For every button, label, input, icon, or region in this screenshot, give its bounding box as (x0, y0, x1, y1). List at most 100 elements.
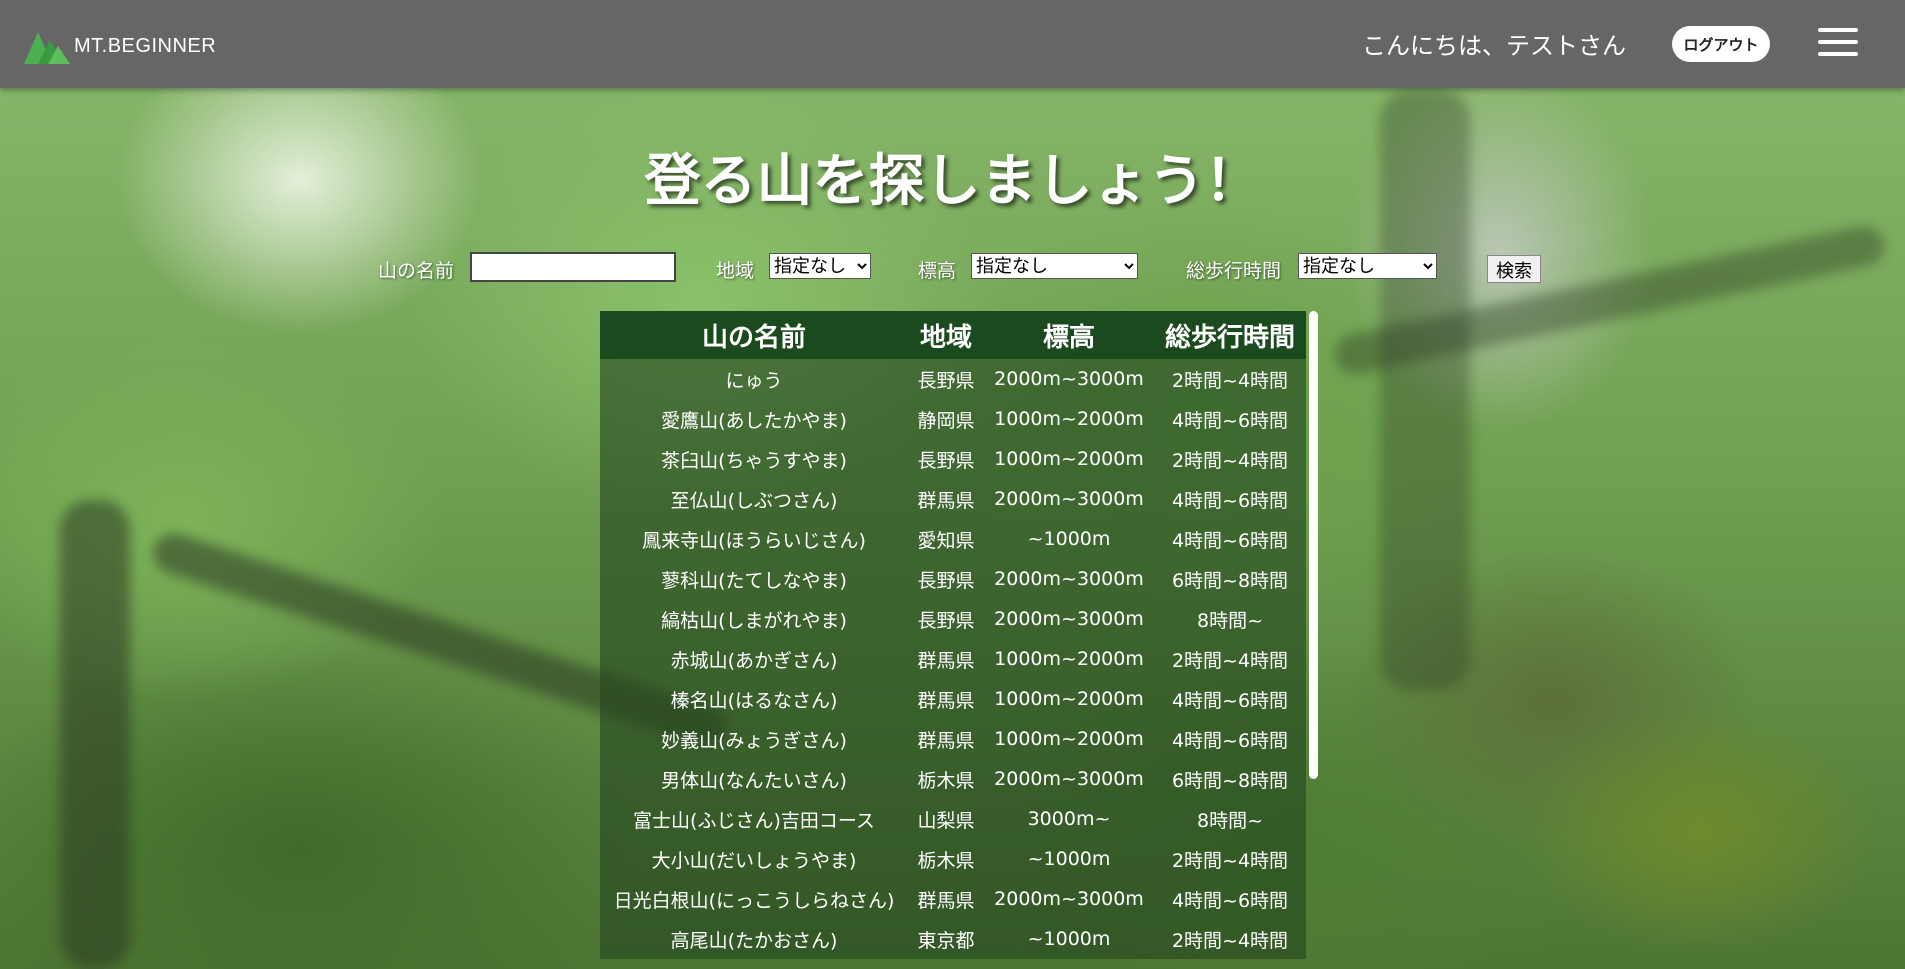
table-row[interactable]: 蓼科山(たてしなやま) 長野県 2000m~3000m 6時間~8時間 (600, 559, 1306, 599)
logo-text: MT.BEGINNER (74, 34, 217, 57)
cell-altitude: 1000m~2000m (994, 648, 1144, 670)
table-row[interactable]: にゅう 長野県 2000m~3000m 2時間~4時間 (600, 359, 1306, 399)
cell-altitude: 3000m~ (1027, 808, 1111, 830)
walking-time-label: 総歩行時間 (1186, 260, 1282, 282)
cell-walking-time: 4時間~6時間 (1171, 689, 1289, 712)
cell-name: にゅう (725, 369, 783, 392)
top-navbar: MT.BEGINNER こんにちは、テストさん ログアウト (0, 0, 1905, 88)
cell-altitude: ~1000m (1027, 928, 1111, 950)
cell-walking-time: 2時間~4時間 (1171, 929, 1289, 952)
cell-altitude: 1000m~2000m (994, 688, 1144, 710)
cell-walking-time: 4時間~6時間 (1171, 489, 1289, 512)
cell-walking-time: 4時間~6時間 (1171, 889, 1289, 912)
cell-region: 栃木県 (917, 769, 975, 792)
mountain-table: 山の名前 地域 標高 総歩行時間 にゅう 長野県 2000m~3000m 2時間~4時… (600, 311, 1306, 959)
column-header-walking-time[interactable]: 総歩行時間 (1154, 311, 1306, 359)
cell-walking-time: 4時間~6時間 (1171, 529, 1289, 552)
cell-walking-time: 2時間~4時間 (1171, 649, 1289, 672)
table-scrollbar[interactable] (1309, 311, 1318, 779)
cell-walking-time: 4時間~6時間 (1171, 729, 1289, 752)
cell-walking-time: 2時間~4時間 (1171, 369, 1289, 392)
logout-button[interactable]: ログアウト (1672, 26, 1770, 62)
mountain-table-container[interactable]: 山の名前 地域 標高 総歩行時間 にゅう 長野県 2000m~3000m 2時間~4時… (600, 311, 1318, 969)
cell-region: 群馬県 (917, 649, 975, 672)
cell-name: 赤城山(あかぎさん) (670, 649, 838, 672)
cell-altitude: 2000m~3000m (994, 888, 1144, 910)
name-label: 山の名前 (378, 260, 455, 282)
cell-altitude: 1000m~2000m (994, 408, 1144, 430)
cell-region: 静岡県 (917, 409, 975, 432)
cell-walking-time: 6時間~8時間 (1171, 769, 1289, 792)
cell-altitude: 1000m~2000m (994, 728, 1144, 750)
search-button[interactable]: 検索 (1487, 255, 1541, 283)
table-row[interactable]: 茶臼山(ちゃうすやま) 長野県 1000m~2000m 2時間~4時間 (600, 439, 1306, 479)
table-row[interactable]: 高尾山(たかおさん) 東京都 ~1000m 2時間~4時間 (600, 919, 1306, 959)
cell-region: 山梨県 (917, 809, 975, 832)
mountain-name-input[interactable] (470, 252, 676, 282)
cell-name: 男体山(なんたいさん) (661, 769, 847, 792)
cell-name: 縞枯山(しまがれやま) (661, 609, 847, 632)
table-row[interactable]: 妙義山(みょうぎさん) 群馬県 1000m~2000m 4時間~6時間 (600, 719, 1306, 759)
table-row[interactable]: 至仏山(しぶつさん) 群馬県 2000m~3000m 4時間~6時間 (600, 479, 1306, 519)
cell-region: 長野県 (917, 449, 975, 472)
cell-walking-time: 2時間~4時間 (1171, 449, 1289, 472)
altitude-select[interactable]: 指定なし (971, 253, 1138, 279)
cell-walking-time: 2時間~4時間 (1171, 849, 1289, 872)
cell-walking-time: 4時間~6時間 (1171, 409, 1289, 432)
cell-name: 至仏山(しぶつさん) (670, 489, 838, 512)
cell-region: 長野県 (917, 609, 975, 632)
cell-name: 高尾山(たかおさん) (670, 929, 838, 952)
cell-region: 群馬県 (917, 889, 975, 912)
table-row[interactable]: 赤城山(あかぎさん) 群馬県 1000m~2000m 2時間~4時間 (600, 639, 1306, 679)
table-header-row: 山の名前 地域 標高 総歩行時間 (600, 311, 1306, 359)
cell-name: 鳳来寺山(ほうらいじさん) (642, 529, 866, 552)
cell-altitude: ~1000m (1027, 528, 1111, 550)
logo[interactable]: MT.BEGINNER (24, 26, 216, 66)
cell-region: 群馬県 (917, 729, 975, 752)
cell-name: 大小山(だいしょうやま) (651, 849, 857, 872)
cell-name: 妙義山(みょうぎさん) (661, 729, 847, 752)
cell-altitude: 2000m~3000m (994, 568, 1144, 590)
column-header-name[interactable]: 山の名前 (600, 311, 908, 359)
cell-altitude: 2000m~3000m (994, 608, 1144, 630)
table-row[interactable]: 鳳来寺山(ほうらいじさん) 愛知県 ~1000m 4時間~6時間 (600, 519, 1306, 559)
table-row[interactable]: 愛鷹山(あしたかやま) 静岡県 1000m~2000m 4時間~6時間 (600, 399, 1306, 439)
page-title: 登る山を探しましょう！ (644, 149, 1261, 214)
cell-altitude: 2000m~3000m (994, 488, 1144, 510)
cell-region: 長野県 (917, 369, 975, 392)
column-header-altitude[interactable]: 標高 (984, 311, 1154, 359)
mountain-logo-icon (24, 26, 72, 66)
walking-time-select[interactable]: 指定なし (1298, 253, 1437, 279)
cell-walking-time: 8時間~ (1196, 609, 1263, 632)
table-row[interactable]: 大小山(だいしょうやま) 栃木県 ~1000m 2時間~4時間 (600, 839, 1306, 879)
greeting-text: こんにちは、テストさん (1362, 32, 1626, 60)
cell-name: 榛名山(はるなさん) (670, 689, 838, 712)
cell-region: 群馬県 (917, 689, 975, 712)
cell-region: 栃木県 (917, 849, 975, 872)
cell-region: 東京都 (917, 929, 975, 952)
table-row[interactable]: 富士山(ふじさん)吉田コース 山梨県 3000m~ 8時間~ (600, 799, 1306, 839)
cell-altitude: 2000m~3000m (994, 368, 1144, 390)
altitude-label: 標高 (918, 260, 957, 282)
column-header-region[interactable]: 地域 (908, 311, 984, 359)
hamburger-menu-icon[interactable] (1818, 28, 1858, 60)
table-row[interactable]: 縞枯山(しまがれやま) 長野県 2000m~3000m 8時間~ (600, 599, 1306, 639)
cell-walking-time: 6時間~8時間 (1171, 569, 1289, 592)
cell-region: 愛知県 (917, 529, 975, 552)
cell-name: 茶臼山(ちゃうすやま) (661, 449, 847, 472)
region-select[interactable]: 指定なし (769, 253, 871, 279)
cell-name: 日光白根山(にっこうしらねさん) (613, 889, 895, 912)
cell-name: 愛鷹山(あしたかやま) (661, 409, 847, 432)
search-form: 山の名前 地域 指定なし 標高 指定なし 総歩行時間 指定なし 検索 (0, 252, 1905, 284)
cell-altitude: 1000m~2000m (994, 448, 1144, 470)
cell-altitude: ~1000m (1027, 848, 1111, 870)
region-label: 地域 (716, 260, 755, 282)
table-row[interactable]: 榛名山(はるなさん) 群馬県 1000m~2000m 4時間~6時間 (600, 679, 1306, 719)
cell-walking-time: 8時間~ (1196, 809, 1263, 832)
cell-region: 長野県 (917, 569, 975, 592)
table-row[interactable]: 日光白根山(にっこうしらねさん) 群馬県 2000m~3000m 4時間~6時間 (600, 879, 1306, 919)
cell-region: 群馬県 (917, 489, 975, 512)
cell-name: 蓼科山(たてしなやま) (661, 569, 847, 592)
cell-name: 富士山(ふじさん)吉田コース (633, 809, 875, 832)
table-row[interactable]: 男体山(なんたいさん) 栃木県 2000m~3000m 6時間~8時間 (600, 759, 1306, 799)
